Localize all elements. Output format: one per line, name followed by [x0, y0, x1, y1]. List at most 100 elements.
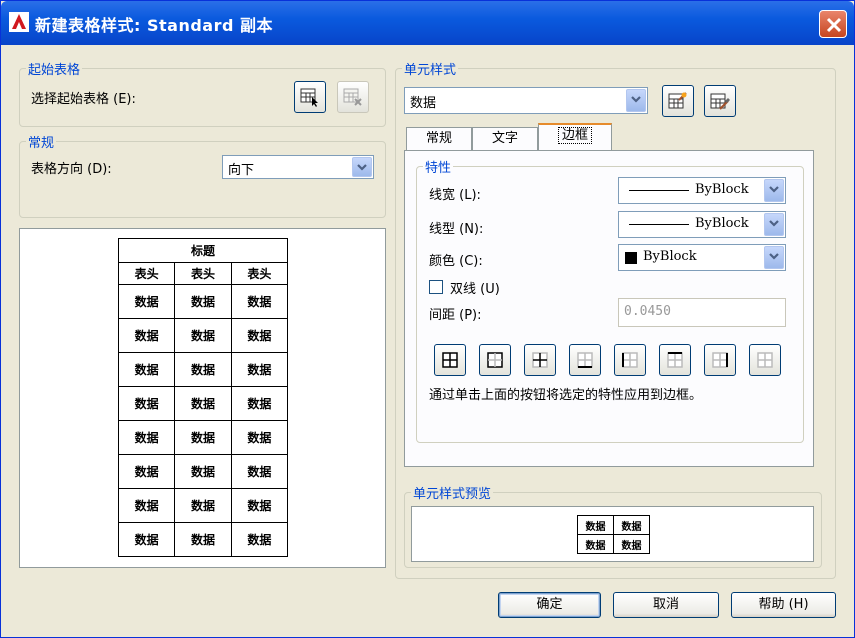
table-data-cell: 数据: [230, 420, 289, 455]
tab-label: 常规: [425, 131, 452, 146]
tab-label: 边框: [557, 127, 593, 144]
start-table-legend: 起始表格: [28, 63, 81, 78]
table-row: 数据 数据 数据: [117, 420, 289, 455]
cell-style-select[interactable]: 数据: [404, 87, 648, 114]
table-data-cell: 数据: [230, 318, 289, 353]
table-data-cell: 数据: [174, 352, 232, 387]
preview-cell: 数据: [613, 515, 650, 535]
chevron-down-icon: [631, 96, 641, 103]
tab-text[interactable]: 文字: [472, 127, 538, 151]
table-row: 数据 数据 数据: [117, 352, 289, 387]
table-data-cell: 数据: [230, 488, 289, 523]
close-icon: [826, 17, 842, 33]
table-data-cell: 数据: [230, 386, 289, 421]
linetype-label: 线型 (N):: [429, 222, 484, 237]
linetype-value: ByBlock: [695, 216, 749, 231]
table-data-cell: 数据: [174, 318, 232, 353]
new-cell-style-button[interactable]: [662, 85, 694, 117]
double-line-label: 双线 (U): [450, 282, 500, 297]
all-borders-button[interactable]: [434, 344, 466, 376]
color-dropdown-button[interactable]: [764, 246, 784, 269]
table-data-cell: 数据: [174, 284, 232, 319]
linetype-dropdown-button[interactable]: [764, 213, 784, 236]
linetype-line-sample: [629, 224, 689, 225]
table-preview-grid: 标题 表头 表头 表头 数据 数据 数据 数据 数据 数据 数据 数据 数据 数据 数据 数据 数据 数据…: [117, 238, 289, 557]
tab-general[interactable]: 常规: [406, 127, 472, 151]
chevron-down-icon: [769, 220, 779, 227]
direction-select[interactable]: 向下: [222, 155, 374, 179]
table-row: 数据 数据 数据: [117, 454, 289, 489]
cell-style-legend: 单元样式: [404, 63, 457, 78]
table-header-cell: 表头: [117, 262, 176, 285]
bottom-border-button[interactable]: [569, 344, 601, 376]
table-row: 数据 数据 数据: [117, 488, 289, 523]
preview-cell: 数据: [577, 534, 614, 554]
table-delete-icon: [343, 88, 362, 106]
cell-preview-legend: 单元样式预览: [413, 487, 492, 502]
preview-cell: 数据: [613, 534, 650, 554]
table-row: 数据 数据: [577, 534, 650, 554]
right-border-button[interactable]: [704, 344, 736, 376]
bottom-border-icon: [577, 352, 593, 368]
table-data-cell: 数据: [174, 488, 232, 523]
direction-dropdown-button[interactable]: [352, 157, 372, 177]
table-data-cell: 数据: [117, 488, 176, 523]
color-value: ByBlock: [643, 249, 697, 264]
no-border-button[interactable]: [749, 344, 781, 376]
table-data-cell: 数据: [230, 454, 289, 489]
table-data-cell: 数据: [174, 454, 232, 489]
table-data-cell: 数据: [230, 352, 289, 387]
lineweight-label: 线宽 (L):: [429, 188, 481, 203]
tab-label: 文字: [491, 131, 518, 146]
select-start-table-button[interactable]: [294, 81, 326, 113]
table-data-cell: 数据: [117, 386, 176, 421]
spacing-value: 0.0450: [624, 304, 671, 319]
table-row: 表头 表头 表头: [117, 262, 289, 285]
table-data-cell: 数据: [117, 420, 176, 455]
general-legend: 常规: [28, 136, 55, 151]
manage-cell-styles-button[interactable]: [704, 85, 736, 117]
cell-preview-grid: 数据 数据 数据 数据: [577, 515, 650, 554]
outside-borders-button[interactable]: [479, 344, 511, 376]
ok-button[interactable]: 确定: [498, 592, 601, 618]
table-preview: 标题 表头 表头 表头 数据 数据 数据 数据 数据 数据 数据 数据 数据 数据 数据 数据 数据 数据…: [19, 228, 386, 568]
cancel-button[interactable]: 取消: [613, 592, 719, 618]
inside-borders-button[interactable]: [524, 344, 556, 376]
spacing-input[interactable]: 0.0450: [618, 298, 786, 327]
cell-style-preview: 数据 数据 数据 数据: [411, 506, 814, 562]
title-bar[interactable]: 新建表格样式: Standard 副本: [1, 1, 854, 45]
help-button[interactable]: 帮助 (H): [731, 592, 836, 618]
table-header-cell: 表头: [174, 262, 232, 285]
chevron-down-icon: [769, 253, 779, 260]
table-data-cell: 数据: [117, 284, 176, 319]
double-line-checkbox[interactable]: [429, 280, 443, 294]
cell-style-value: 数据: [410, 96, 437, 111]
direction-label: 表格方向 (D):: [31, 162, 112, 177]
top-border-icon: [667, 352, 683, 368]
table-row: 标题: [118, 238, 288, 263]
cell-style-dropdown-button[interactable]: [626, 89, 646, 112]
spacing-label: 间距 (P):: [429, 308, 482, 323]
left-border-icon: [622, 352, 638, 368]
lineweight-dropdown-button[interactable]: [764, 179, 784, 202]
tab-border[interactable]: 边框: [538, 123, 612, 150]
table-data-cell: 数据: [230, 522, 289, 557]
linetype-select[interactable]: ByBlock: [618, 211, 786, 238]
table-data-cell: 数据: [230, 284, 289, 319]
lineweight-select[interactable]: ByBlock: [618, 177, 786, 204]
table-data-cell: 数据: [117, 352, 176, 387]
table-data-cell: 数据: [174, 420, 232, 455]
table-title-cell: 标题: [118, 238, 288, 263]
left-border-button[interactable]: [614, 344, 646, 376]
all-borders-icon: [442, 352, 458, 368]
color-label: 颜色 (C):: [429, 254, 483, 269]
close-button[interactable]: [819, 10, 847, 38]
table-row: 数据 数据: [577, 515, 650, 535]
color-select[interactable]: ByBlock: [618, 244, 786, 271]
table-row: 数据 数据 数据: [117, 318, 289, 353]
delete-start-table-button[interactable]: [337, 81, 369, 113]
lineweight-value: ByBlock: [695, 182, 749, 197]
new-cell-style-icon: [668, 92, 687, 109]
top-border-button[interactable]: [659, 344, 691, 376]
table-row: 数据 数据 数据: [117, 386, 289, 421]
